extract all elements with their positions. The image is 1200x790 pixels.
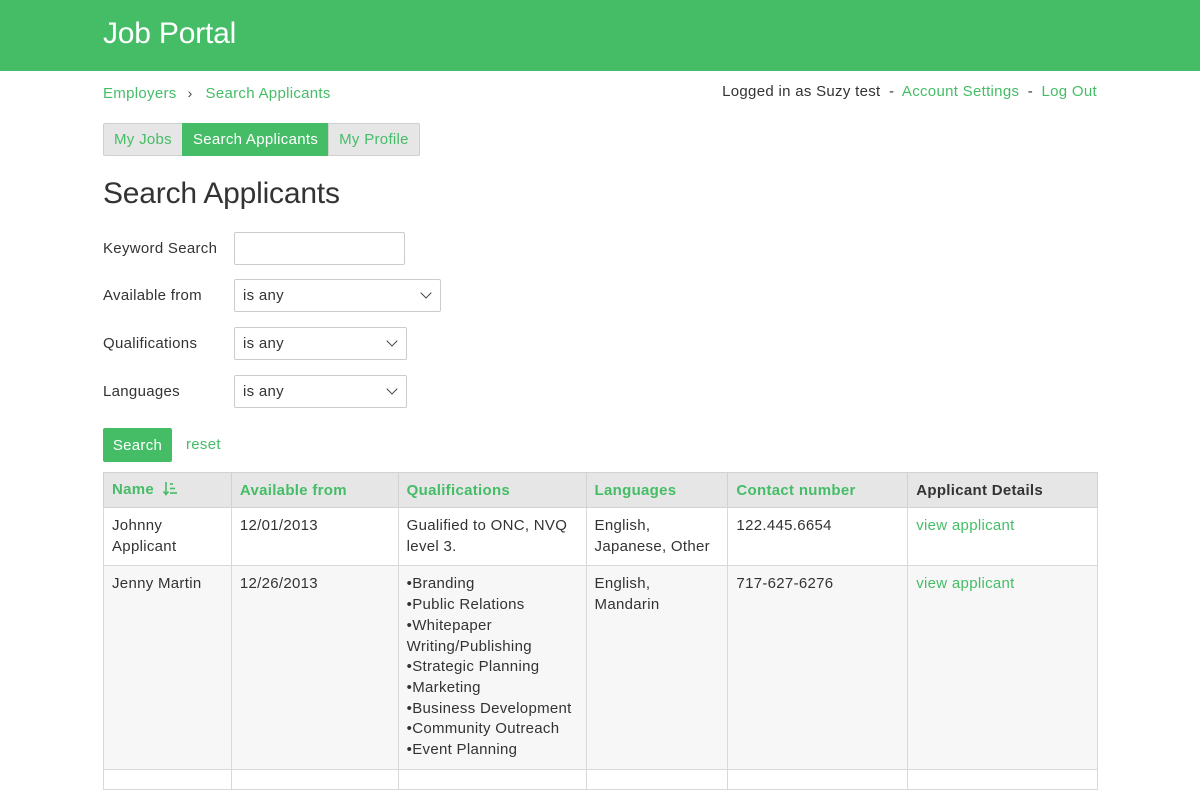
column-header-qualifications[interactable]: Qualifications (397, 472, 587, 508)
separator-dash: - (1027, 83, 1034, 100)
cell-qualifications (397, 768, 587, 790)
cell-applicant-details: view applicant (907, 506, 1098, 567)
table-row (103, 768, 1098, 790)
language-line: English, Mandarin (594, 575, 660, 614)
cell-languages (585, 768, 729, 790)
keyword-search-label: Keyword Search (103, 240, 218, 257)
qualifications-select[interactable]: is any (234, 327, 407, 360)
page-title: Search Applicants (103, 177, 340, 210)
qualifications-value: is any (243, 335, 284, 352)
top-navbar: Job Portal (0, 0, 1200, 71)
cell-applicant-details (907, 768, 1098, 790)
sort-ascending-icon[interactable] (162, 481, 177, 500)
cell-available-from: 12/01/2013 (230, 506, 399, 567)
breadcrumb: Employers › Search Applicants Logged in … (103, 83, 1097, 103)
available-from-row: Available from is any (103, 279, 441, 312)
cell-languages: English, Japanese, Other (585, 506, 729, 567)
cell-qualifications: Gualified to ONC, NVQ level 3. (397, 506, 587, 567)
chevron-down-icon (386, 383, 398, 395)
breadcrumb-employers[interactable]: Employers (103, 85, 177, 102)
reset-link[interactable]: reset (186, 436, 221, 453)
cell-name (103, 768, 232, 790)
breadcrumb-search-applicants[interactable]: Search Applicants (206, 85, 331, 102)
chevron-down-icon (386, 335, 398, 347)
separator-dash: - (888, 83, 895, 100)
table-row: Jenny Martin 12/26/2013 •Branding •Publi… (103, 565, 1098, 770)
account-info: Logged in as Suzy test - Account Setting… (722, 83, 1097, 100)
available-from-select[interactable]: is any (234, 279, 441, 312)
qualification-line: •Public Relations (406, 596, 525, 614)
name-line: Jenny Martin (112, 575, 202, 593)
view-applicant-link[interactable]: view applicant (916, 517, 1014, 534)
qualification-line: •Event Planning (406, 741, 518, 759)
languages-row: Languages is any (103, 375, 407, 408)
available-from-value: is any (243, 287, 284, 304)
chevron-right-icon: › (187, 85, 193, 101)
qualification-line: •Strategic Planning (406, 658, 540, 676)
search-button[interactable]: Search (103, 428, 172, 462)
app-title[interactable]: Job Portal (103, 17, 236, 51)
account-settings-link[interactable]: Account Settings (902, 83, 1019, 100)
logged-in-text: Logged in as Suzy test (722, 83, 881, 100)
view-applicant-link[interactable]: view applicant (916, 575, 1014, 592)
chevron-down-icon (420, 287, 432, 299)
cell-name: Johnny Applicant (103, 506, 232, 567)
cell-available-from (230, 768, 399, 790)
language-line: English, (594, 517, 651, 534)
tab-my-jobs[interactable]: My Jobs (103, 123, 183, 156)
cell-available-from: 12/26/2013 (230, 565, 399, 770)
tab-my-profile[interactable]: My Profile (328, 123, 420, 156)
qualification-line: •Community Outreach (406, 720, 560, 738)
languages-select[interactable]: is any (234, 375, 407, 408)
log-out-link[interactable]: Log Out (1042, 83, 1097, 100)
available-from-label: Available from (103, 287, 202, 304)
qualification-line: level 3. (406, 537, 457, 555)
employer-tabs: My Jobs Search Applicants My Profile (103, 123, 1097, 156)
column-header-name[interactable]: Name (103, 472, 232, 508)
languages-label: Languages (103, 383, 180, 400)
qualification-line: •Business Development (406, 699, 572, 717)
cell-contact-number (727, 768, 909, 790)
keyword-search-input[interactable] (234, 232, 405, 265)
cell-qualifications: •Branding •Public Relations •Whitepaper … (397, 565, 587, 770)
keyword-search-row: Keyword Search (103, 232, 405, 265)
column-header-available-from[interactable]: Available from (230, 472, 399, 508)
column-name-label: Name (112, 480, 155, 498)
name-line: Applicant (112, 537, 177, 555)
qualification-line: •Marketing (406, 678, 481, 696)
column-header-applicant-details: Applicant Details (907, 472, 1098, 508)
cell-contact-number: 717-627-6276 (727, 565, 909, 770)
cell-contact-number: 122.445.6654 (727, 506, 909, 567)
languages-value: is any (243, 383, 284, 400)
cell-name: Jenny Martin (103, 565, 232, 770)
applicants-table: Name Available from Qualifications Langu… (103, 472, 1098, 790)
cell-languages: English, Mandarin (585, 565, 729, 770)
cell-applicant-details: view applicant (907, 565, 1098, 770)
column-header-languages[interactable]: Languages (585, 472, 729, 508)
table-header-row: Name Available from Qualifications Langu… (103, 472, 1098, 508)
qualifications-label: Qualifications (103, 335, 198, 352)
column-header-contact-number[interactable]: Contact number (727, 472, 909, 508)
name-line: Johnny (112, 517, 163, 534)
table-row: Johnny Applicant 12/01/2013 Gualified to… (103, 506, 1098, 567)
qualification-line: Writing/Publishing (406, 637, 532, 655)
language-line: Japanese, Other (594, 537, 710, 555)
tab-search-applicants[interactable]: Search Applicants (181, 123, 330, 156)
qualification-line: •Branding (406, 575, 475, 593)
qualification-line: •Whitepaper (406, 616, 492, 634)
qualification-line: Gualified to ONC, NVQ (406, 517, 568, 534)
qualifications-row: Qualifications is any (103, 327, 407, 360)
